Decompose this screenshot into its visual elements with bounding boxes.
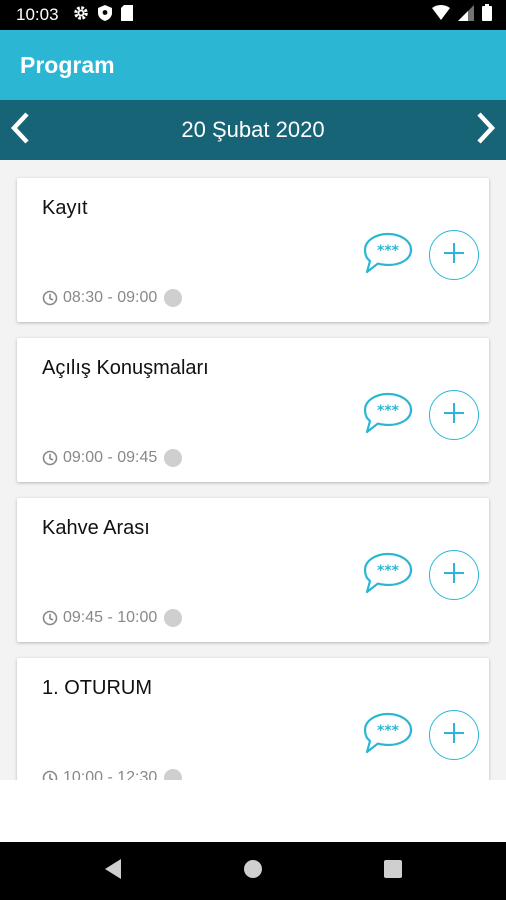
add-to-schedule-button[interactable] (429, 710, 479, 760)
app-bar: Program (0, 30, 506, 100)
home-circle-icon (243, 859, 263, 884)
session-title: Kayıt (42, 197, 88, 219)
session-card[interactable]: Kahve Arası *** 09:45 - 10:00 (17, 498, 489, 642)
chat-bubble-icon: *** (361, 232, 415, 280)
status-time: 10:03 (16, 5, 59, 24)
current-date: 20 Şubat 2020 (181, 117, 325, 142)
add-to-schedule-button[interactable] (429, 550, 479, 600)
comment-button[interactable]: *** (361, 710, 415, 756)
session-time: 10:00 - 12:30 (63, 769, 158, 780)
sd-card-icon (120, 4, 133, 26)
page-title: Program (20, 52, 115, 78)
svg-text:***: *** (377, 403, 400, 419)
add-to-schedule-button[interactable] (429, 390, 479, 440)
session-time: 09:45 - 10:00 (63, 609, 158, 626)
recents-button[interactable] (378, 856, 408, 886)
status-dot (164, 449, 183, 467)
session-title: 1. OTURUM (42, 677, 152, 699)
session-time-row: 09:45 - 10:00 (42, 609, 183, 627)
svg-text:***: *** (377, 243, 400, 259)
session-time-row: 08:30 - 09:00 (42, 289, 183, 307)
chat-bubble-icon: *** (361, 392, 415, 440)
shield-icon (97, 4, 112, 26)
chat-bubble-icon: *** (361, 552, 415, 600)
session-time-row: 10:00 - 12:30 (42, 769, 183, 780)
system-navigation-bar (0, 842, 506, 900)
status-bar: 10:03 (0, 0, 506, 30)
status-dot (164, 289, 183, 307)
comment-button[interactable]: *** (361, 390, 415, 436)
comment-button[interactable]: *** (361, 230, 415, 276)
svg-text:***: *** (377, 723, 400, 739)
status-dot (164, 609, 183, 627)
chevron-right-icon (475, 111, 497, 150)
add-to-schedule-button[interactable] (429, 230, 479, 280)
session-card[interactable]: Açılış Konuşmaları *** 09:00 - 09:45 (17, 338, 489, 482)
status-dot (164, 769, 183, 780)
session-title: Açılış Konuşmaları (42, 357, 209, 379)
session-time-row: 09:00 - 09:45 (42, 449, 183, 467)
session-title: Kahve Arası (42, 517, 150, 539)
signal-icon (458, 4, 474, 26)
gear-icon (73, 5, 89, 26)
back-triangle-icon (103, 858, 123, 885)
clock-icon (42, 770, 58, 780)
plus-icon (443, 562, 465, 589)
plus-icon (443, 722, 465, 749)
recents-square-icon (384, 859, 402, 883)
clock-icon (42, 610, 58, 626)
comment-button[interactable]: *** (361, 550, 415, 596)
session-time: 09:00 - 09:45 (63, 449, 158, 466)
next-day-button[interactable] (466, 110, 506, 150)
back-button[interactable] (98, 856, 128, 886)
battery-icon (482, 4, 492, 26)
session-card[interactable]: Kayıt *** 08:30 - 09:00 (17, 178, 489, 322)
clock-icon (42, 450, 58, 466)
home-button[interactable] (238, 856, 268, 886)
session-time: 08:30 - 09:00 (63, 289, 158, 306)
plus-icon (443, 242, 465, 269)
plus-icon (443, 402, 465, 429)
session-card[interactable]: 1. OTURUM *** 10:00 - 12:30 (17, 658, 489, 780)
svg-text:***: *** (377, 563, 400, 579)
session-list[interactable]: Kayıt *** 08:30 - 09:00 Açılış Konuşmala… (0, 160, 506, 780)
date-navigation: 20 Şubat 2020 (0, 100, 506, 160)
wifi-icon (432, 4, 450, 26)
chat-bubble-icon: *** (361, 712, 415, 760)
clock-icon (42, 290, 58, 306)
